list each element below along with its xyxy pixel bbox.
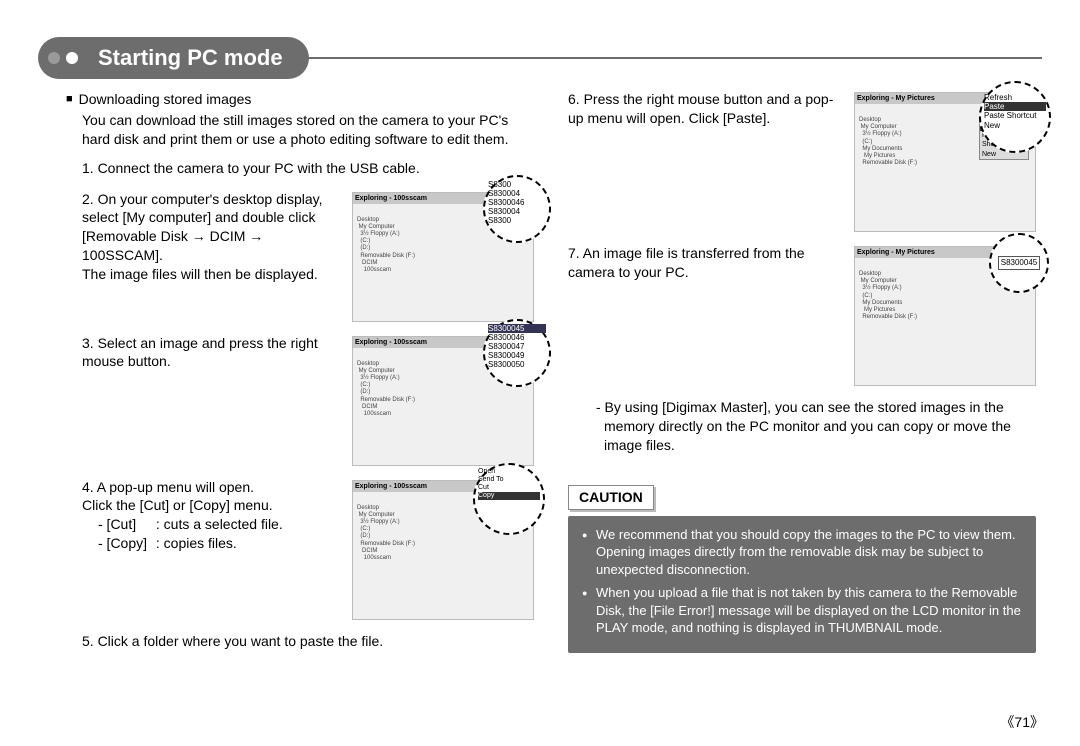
file-item: S8300050 [488, 360, 546, 369]
page-title: Starting PC mode [38, 37, 309, 79]
file-item-selected: S8300045 [998, 256, 1040, 269]
file-item: S8300 [488, 216, 546, 225]
highlight-circle-icon: Open Send To Cut Copy [473, 463, 545, 535]
step-4a: 4. A pop-up menu will open. [82, 478, 342, 497]
folder-tree: Desktop My Computer 3½ Floppy (A:) (C:) … [357, 217, 415, 275]
step-1-text: 1. Connect the camera to your PC with th… [82, 159, 534, 178]
caution-item: When you upload a file that is not taken… [582, 584, 1022, 637]
copy-desc: : copies files. [156, 535, 237, 551]
step-4d: - [Copy] : copies files. [98, 534, 342, 553]
step-4: 4. A pop-up menu will open. Click the [C… [82, 478, 534, 620]
file-item: S830004 [488, 207, 546, 216]
step-1: 1. Connect the camera to your PC with th… [82, 159, 534, 178]
ctx-item: Refresh [984, 93, 1046, 102]
step-2: 2. On your computer's desktop display, s… [82, 190, 534, 322]
page-header: Starting PC mode [38, 34, 1042, 82]
highlight-circle-icon: Refresh Paste Paste Shortcut New [979, 81, 1051, 153]
step-2a: 2. On your computer's desktop display, s… [82, 190, 342, 266]
left-column: ■ Downloading stored images You can down… [66, 90, 534, 662]
highlight-circle-icon: S8300 S830004 S8300046 S830004 S8300 [483, 175, 551, 243]
file-item-selected: S8300045 [488, 324, 546, 333]
step-3-text: 3. Select an image and press the right m… [82, 334, 342, 466]
highlight-circle-icon: S8300045 [989, 233, 1049, 293]
folder-tree: Desktop My Computer 3½ Floppy (A:) (C:) … [357, 361, 415, 419]
step-7: 7. An image file is transferred from the… [568, 244, 1036, 386]
file-item: S8300047 [488, 342, 546, 351]
file-item: S8300046 [488, 333, 546, 342]
folder-tree: Desktop My Computer 3½ Floppy (A:) (C:) … [859, 271, 917, 321]
ctx-item: Cut [478, 484, 540, 492]
ctx-item-hl: Copy [478, 492, 540, 500]
folder-tree: Desktop My Computer 3½ Floppy (A:) (C:) … [859, 117, 917, 167]
file-item: S8300049 [488, 351, 546, 360]
caution-item: We recommend that you should copy the im… [582, 526, 1022, 579]
file-item: S8300 [488, 180, 546, 189]
bullet-icon: ■ [66, 92, 73, 107]
header-rule [299, 57, 1042, 59]
step-7-text: 7. An image file is transferred from the… [568, 244, 844, 386]
ctx-item: Send To [478, 476, 540, 484]
step-2b: The image files will then be displayed. [82, 265, 342, 284]
step-4c: - [Cut] : cuts a selected file. [98, 515, 342, 534]
cut-desc: : cuts a selected file. [156, 516, 283, 532]
ctx-item: New [984, 121, 1046, 130]
ctx-item: Paste Shortcut [984, 111, 1046, 120]
step-6-text: 6. Press the right mouse button and a po… [568, 90, 844, 232]
digimax-note: - By using [Digimax Master], you can see… [596, 398, 1036, 455]
section-title-text: Downloading stored images [79, 90, 252, 109]
step-3: 3. Select an image and press the right m… [82, 334, 534, 466]
step-5-text: 5. Click a folder where you want to past… [82, 632, 534, 651]
intro-text: You can download the still images stored… [82, 111, 534, 149]
file-item: S830004 [488, 189, 546, 198]
caution-label: CAUTION [568, 485, 654, 510]
caution-section: CAUTION We recommend that you should cop… [568, 485, 1036, 653]
page-number: 《71》 [1000, 712, 1044, 732]
page-content: ■ Downloading stored images You can down… [66, 90, 1036, 662]
file-item: S8300046 [488, 198, 546, 207]
step-2-screenshot: Exploring - 100sscam Desktop My Computer… [352, 192, 534, 322]
section-title: ■ Downloading stored images [66, 90, 534, 109]
step-6: 6. Press the right mouse button and a po… [568, 90, 1036, 232]
right-column: 6. Press the right mouse button and a po… [568, 90, 1036, 662]
cut-label: - [Cut] [98, 515, 152, 534]
step-6-screenshot: Exploring - My Pictures Desktop My Compu… [854, 92, 1036, 232]
step-2-text: 2. On your computer's desktop display, s… [82, 190, 342, 284]
copy-label: - [Copy] [98, 534, 152, 553]
step-4b: Click the [Cut] or [Copy] menu. [82, 496, 342, 515]
step-7-screenshot: Exploring - My Pictures Desktop My Compu… [854, 246, 1036, 386]
ctx-item: Open [478, 468, 540, 476]
highlight-circle-icon: S8300045 S8300046 S8300047 S8300049 S830… [483, 319, 551, 387]
step-5: 5. Click a folder where you want to past… [82, 632, 534, 651]
step-4-screenshot: Exploring - 100sscam Desktop My Computer… [352, 480, 534, 620]
step-4-text: 4. A pop-up menu will open. Click the [C… [82, 478, 342, 620]
caution-body: We recommend that you should copy the im… [568, 516, 1036, 653]
folder-tree: Desktop My Computer 3½ Floppy (A:) (C:) … [357, 505, 415, 563]
step-3-screenshot: Exploring - 100sscam Desktop My Computer… [352, 336, 534, 466]
ctx-item-hl: Paste [984, 102, 1046, 111]
